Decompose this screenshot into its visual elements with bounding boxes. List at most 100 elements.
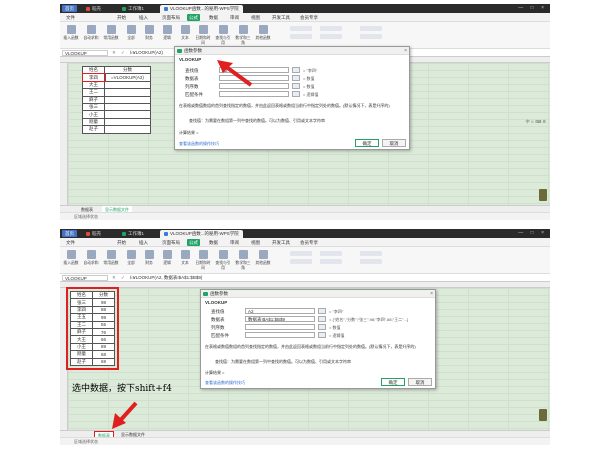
cell-b2[interactable]: =VLOOKUP(A2) [104, 73, 151, 82]
col-index-input[interactable] [245, 324, 315, 330]
lookup-button[interactable]: 查找与引用 [214, 25, 232, 46]
side-dock[interactable] [539, 189, 547, 201]
menu-member[interactable]: 会员专享 [298, 14, 320, 21]
menu-dev-tools[interactable]: 开发工具 [270, 239, 292, 246]
text-button[interactable]: 文本 [176, 250, 194, 266]
table-cell[interactable] [104, 110, 151, 119]
help-link[interactable]: 查看该函数的操作技巧 [205, 380, 245, 386]
ribbon-small-button[interactable] [320, 34, 342, 39]
table-cell[interactable]: 张三 [82, 102, 105, 112]
ribbon-small-button[interactable] [320, 251, 342, 256]
cell-ref-icon[interactable] [292, 75, 300, 81]
table-cell[interactable]: 刚童 [70, 350, 93, 359]
autosum-button[interactable]: 自动求和 [82, 250, 100, 266]
cell-ref-icon[interactable] [318, 324, 326, 330]
ribbon-small-button[interactable] [360, 259, 382, 264]
table-cell[interactable]: 55 [92, 320, 115, 329]
ribbon-small-button[interactable] [320, 26, 342, 31]
insert-function-button[interactable]: 插入函数 [62, 25, 80, 41]
menu-file[interactable]: 文件 [64, 14, 77, 21]
table-cell[interactable]: 66 [92, 335, 115, 344]
table-cell[interactable]: 赵子 [70, 357, 93, 366]
tab-video[interactable]: VLOOKUP函数...的秘用-WPS学院 [160, 230, 243, 238]
menu-member[interactable]: 会员专享 [298, 239, 320, 246]
table-cell[interactable]: 89 [92, 342, 115, 352]
table-cell[interactable]: 赵子 [82, 125, 105, 134]
menu-insert[interactable]: 插入 [137, 14, 150, 21]
table-cell[interactable]: 王二 [82, 88, 105, 97]
window-controls[interactable]: — □ × [518, 230, 547, 236]
menu-review[interactable]: 审阅 [228, 14, 241, 21]
tab-video[interactable]: VLOOKUP函数...的秘用-WPS学院 [160, 5, 243, 13]
range-lookup-input[interactable] [219, 91, 289, 97]
common-functions-button[interactable]: 常用函数 [102, 250, 120, 266]
logic-button[interactable]: 逻辑 [158, 25, 176, 41]
menu-insert[interactable]: 插入 [137, 239, 150, 246]
menu-view[interactable]: 视图 [249, 14, 262, 21]
window-controls[interactable]: — □ × [518, 5, 547, 11]
cell-ref-icon[interactable] [318, 316, 326, 322]
menu-data[interactable]: 数据 [207, 239, 220, 246]
datetime-button[interactable]: 日期和时间 [194, 250, 212, 271]
datetime-button[interactable]: 日期和时间 [194, 25, 212, 46]
finance-button[interactable]: 财务 [140, 25, 158, 41]
formula-input[interactable]: =VLOOKUP(A2, 数据表!$A$1:$B$9) [130, 275, 202, 281]
ribbon-small-button[interactable] [290, 251, 312, 256]
tab-template[interactable]: 稻壳 [82, 230, 105, 238]
other-functions-button[interactable]: 其他函数 [254, 25, 272, 41]
ribbon-small-button[interactable] [360, 26, 382, 31]
close-icon[interactable]: × [430, 290, 433, 298]
menu-home[interactable]: 开始 [115, 14, 128, 21]
menu-formula[interactable]: 公式 [187, 14, 200, 21]
menu-review[interactable]: 审阅 [228, 239, 241, 246]
table-cell[interactable]: 69 [92, 357, 115, 366]
header-score[interactable]: 分数 [92, 290, 115, 300]
ok-button[interactable]: 确定 [381, 378, 405, 386]
cell-ref-icon[interactable] [292, 91, 300, 97]
cell-ref-icon[interactable] [318, 308, 326, 314]
lookup-button[interactable]: 查找与引用 [214, 250, 232, 271]
ribbon-small-button[interactable] [320, 259, 342, 264]
math-button[interactable]: 数学和三角 [234, 25, 252, 46]
table-cell[interactable] [104, 102, 151, 112]
autosum-button[interactable]: 自动求和 [82, 25, 100, 41]
cell-a2[interactable]: 李四 [81, 72, 106, 83]
menu-view[interactable]: 视图 [249, 239, 262, 246]
menu-home[interactable]: 开始 [115, 239, 128, 246]
table-cell[interactable] [104, 80, 151, 90]
lookup-value-input[interactable]: A2 [245, 308, 315, 314]
help-link[interactable]: 查看该函数的操作技巧 [179, 141, 219, 147]
cell-ref-icon[interactable] [318, 332, 326, 338]
table-cell[interactable]: 刚童 [82, 117, 105, 127]
table-cell[interactable] [104, 117, 151, 127]
table-cell[interactable]: 麻子 [70, 327, 93, 337]
ribbon-small-button[interactable] [290, 26, 312, 31]
home-tab[interactable]: 首页 [62, 230, 77, 237]
table-cell[interactable]: 麻子 [82, 95, 105, 104]
table-cell[interactable]: 98 [92, 298, 115, 307]
menu-page-layout[interactable]: 页面布局 [160, 14, 182, 21]
other-functions-button[interactable]: 其他函数 [254, 250, 272, 266]
ribbon-small-button[interactable] [290, 259, 312, 264]
table-cell[interactable]: 68 [92, 350, 115, 359]
menu-page-layout[interactable]: 页面布局 [160, 239, 182, 246]
side-dock[interactable] [539, 409, 547, 421]
name-box[interactable]: VLOOKUP [62, 275, 108, 281]
cell-ref-icon[interactable] [292, 83, 300, 89]
header-name[interactable]: 姓名 [70, 290, 93, 300]
range-lookup-input[interactable] [245, 332, 315, 338]
ok-button[interactable]: 确定 [355, 139, 379, 147]
insert-function-button[interactable]: 插入函数 [62, 250, 80, 266]
logic-button[interactable]: 逻辑 [158, 250, 176, 266]
cancel-button[interactable]: 取消 [382, 139, 406, 147]
ribbon-small-button[interactable] [360, 251, 382, 256]
home-tab[interactable]: 首页 [62, 5, 77, 12]
tab-workbook[interactable]: 工作簿1 [118, 5, 148, 13]
cell-ref-icon[interactable] [292, 67, 300, 73]
ribbon-small-button[interactable] [290, 34, 312, 39]
table-cell[interactable]: 88 [92, 305, 115, 315]
ribbon-small-button[interactable] [360, 34, 382, 39]
close-icon[interactable]: × [404, 47, 407, 55]
menu-data[interactable]: 数据 [207, 14, 220, 21]
cancel-button[interactable]: 取消 [408, 378, 432, 386]
